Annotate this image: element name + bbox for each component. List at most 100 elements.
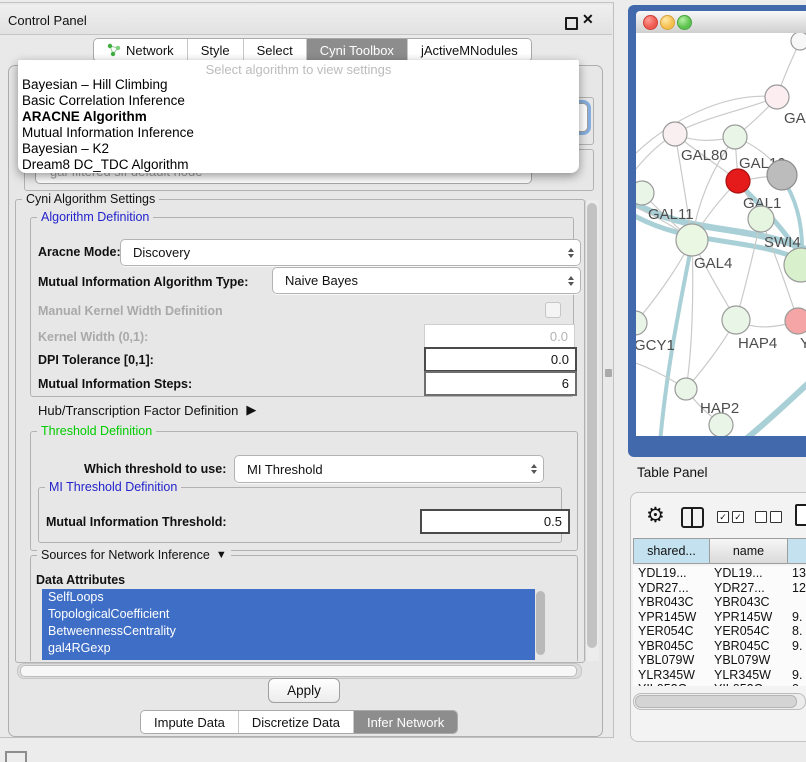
table-row[interactable]: YPR145WYPR145W9. bbox=[633, 610, 806, 625]
network-node[interactable] bbox=[722, 306, 750, 334]
table-cell: 9. bbox=[788, 668, 806, 682]
attribute-item[interactable]: BetweennessCentrality bbox=[42, 623, 546, 640]
table-row[interactable]: YDR27...YDR27...12 bbox=[633, 581, 806, 596]
network-node[interactable] bbox=[676, 224, 708, 256]
table-row[interactable]: YBR045CYBR045C9. bbox=[633, 639, 806, 654]
panel-title: Control Panel bbox=[8, 13, 87, 28]
algorithm-option[interactable]: ARACNE Algorithm bbox=[22, 109, 572, 125]
column-header-name[interactable]: name bbox=[709, 538, 788, 564]
column-header-partial[interactable] bbox=[787, 538, 806, 564]
new-table-icon[interactable] bbox=[795, 504, 806, 526]
kernel-width-label: Kernel Width (0,1): bbox=[38, 330, 148, 344]
tab-style[interactable]: Style bbox=[188, 39, 244, 61]
gear-icon[interactable]: ⚙ bbox=[646, 503, 665, 528]
mi-threshold-field[interactable]: 0.5 bbox=[420, 509, 570, 534]
tab-discretize-data[interactable]: Discretize Data bbox=[239, 711, 354, 733]
mi-threshold-label: Mutual Information Threshold: bbox=[46, 515, 227, 529]
collapsed-panel-button[interactable] bbox=[5, 751, 27, 762]
manual-kernel-checkbox[interactable] bbox=[545, 302, 561, 318]
combo-spinner-icon bbox=[568, 276, 574, 286]
algorithm-definition-title: Algorithm Definition bbox=[37, 210, 153, 224]
algorithm-option[interactable]: Mutual Information Inference bbox=[22, 125, 572, 141]
table-cell: YER054C bbox=[710, 624, 788, 638]
node-table[interactable]: YDL19...YDL19...13YDR27...YDR27...12YBR0… bbox=[633, 566, 806, 686]
which-threshold-combo[interactable]: MI Threshold bbox=[234, 455, 544, 483]
network-node[interactable] bbox=[785, 308, 806, 334]
network-node[interactable] bbox=[675, 378, 697, 400]
algorithm-option[interactable]: Dream8 DC_TDC Algorithm bbox=[22, 157, 572, 173]
screen: Control Panel ✕ bbox=[0, 0, 806, 762]
table-cell: 0. bbox=[788, 682, 806, 686]
tab-impute-data[interactable]: Impute Data bbox=[141, 711, 239, 733]
tab-cyni-toolbox[interactable]: Cyni Toolbox bbox=[307, 39, 408, 61]
tab-network[interactable]: Network bbox=[94, 39, 188, 61]
table-row[interactable]: YIL052CYIL052C0. bbox=[633, 682, 806, 686]
algorithm-dropdown-popup: Select algorithm to view settings Bayesi… bbox=[18, 60, 579, 173]
settings-hscrollbar-thumb[interactable] bbox=[20, 665, 577, 677]
algorithm-option[interactable]: Bayesian – Hill Climbing bbox=[22, 77, 572, 93]
table-panel-title: Table Panel bbox=[637, 465, 708, 480]
node-label: GAL bbox=[784, 110, 806, 127]
attribute-item[interactable]: SelfLoops bbox=[42, 589, 546, 606]
column-header-shared[interactable]: shared... bbox=[633, 538, 710, 564]
network-node[interactable] bbox=[636, 181, 654, 205]
table-row[interactable]: YER054CYER054C8. bbox=[633, 624, 806, 639]
mi-type-combo[interactable]: Naive Bayes bbox=[272, 267, 581, 294]
tab-select[interactable]: Select bbox=[244, 39, 307, 61]
table-row[interactable]: YBR043CYBR043C bbox=[633, 595, 806, 610]
attribute-item[interactable]: TopologicalCoefficient bbox=[42, 606, 546, 623]
sources-group-title[interactable]: Sources for Network Inference ▼ bbox=[37, 548, 231, 562]
mac-minimize-icon[interactable] bbox=[660, 15, 675, 30]
settings-vscrollbar-thumb[interactable] bbox=[587, 203, 597, 648]
manual-kernel-label: Manual Kernel Width Definition bbox=[38, 304, 223, 318]
mac-zoom-icon[interactable] bbox=[677, 15, 692, 30]
aracne-mode-combo[interactable]: Discovery bbox=[120, 239, 581, 266]
mi-steps-field[interactable]: 6 bbox=[424, 371, 577, 396]
network-node[interactable] bbox=[723, 125, 747, 149]
dpi-tolerance-field[interactable]: 0.0 bbox=[424, 347, 577, 372]
splitter-grip[interactable] bbox=[605, 369, 612, 377]
table-cell: YLR345W bbox=[710, 668, 788, 682]
network-node[interactable] bbox=[663, 122, 687, 146]
algorithm-option[interactable]: Bayesian – K2 bbox=[22, 141, 572, 157]
tab-jactivemnodules[interactable]: jActiveMNodules bbox=[408, 39, 531, 61]
table-hscrollbar-thumb[interactable] bbox=[635, 695, 797, 708]
attribute-item[interactable] bbox=[42, 657, 546, 660]
network-node[interactable] bbox=[709, 413, 733, 436]
close-icon[interactable]: ✕ bbox=[582, 11, 594, 28]
split-columns-icon[interactable] bbox=[681, 507, 704, 528]
attributes-scrollbar-thumb[interactable] bbox=[536, 591, 545, 655]
combo-spinner-icon bbox=[531, 464, 537, 474]
algorithm-option[interactable]: Basic Correlation Inference bbox=[22, 93, 572, 109]
table-cell: 8. bbox=[788, 624, 806, 638]
tab-label: Network bbox=[126, 43, 174, 58]
tab-infer-network[interactable]: Infer Network bbox=[354, 711, 457, 733]
table-row[interactable]: YDL19...YDL19...13 bbox=[633, 566, 806, 581]
combo-spinner-icon bbox=[568, 248, 574, 258]
network-node[interactable] bbox=[765, 85, 789, 109]
mac-close-icon[interactable] bbox=[643, 15, 658, 30]
attribute-item[interactable]: gal4RGexp bbox=[42, 640, 546, 657]
table-cell: 12 bbox=[788, 581, 806, 595]
deselect-all-columns-icon[interactable] bbox=[755, 511, 782, 523]
table-cell: YIL052C bbox=[633, 682, 710, 686]
network-node[interactable] bbox=[767, 160, 797, 190]
node-label: GAL11 bbox=[648, 206, 694, 223]
network-node[interactable] bbox=[726, 169, 750, 193]
float-window-icon[interactable] bbox=[565, 17, 578, 30]
select-all-columns-icon[interactable]: ✓ ✓ bbox=[717, 511, 744, 523]
table-cell: 9. bbox=[788, 639, 806, 653]
apply-button[interactable]: Apply bbox=[268, 678, 340, 703]
table-cell: YER054C bbox=[633, 624, 710, 638]
network-node[interactable] bbox=[636, 311, 647, 335]
network-window-titlebar[interactable] bbox=[636, 11, 806, 34]
which-threshold-label: Which threshold to use: bbox=[84, 462, 226, 476]
network-node[interactable] bbox=[748, 206, 774, 232]
data-attributes-list[interactable]: SelfLoops TopologicalCoefficient Between… bbox=[42, 589, 546, 660]
table-row[interactable]: YLR345WYLR345W9. bbox=[633, 668, 806, 683]
table-row[interactable]: YBL079WYBL079W bbox=[633, 653, 806, 668]
network-canvas[interactable]: GALGAL80GAL10GAL1GAL11SWI4GAL4GCY1HAP4YH… bbox=[636, 33, 806, 436]
network-node[interactable] bbox=[791, 33, 806, 50]
table-cell: YBR043C bbox=[633, 595, 710, 609]
hub-definition-disclosure[interactable]: Hub/Transcription Factor Definition ▶ bbox=[38, 402, 256, 418]
